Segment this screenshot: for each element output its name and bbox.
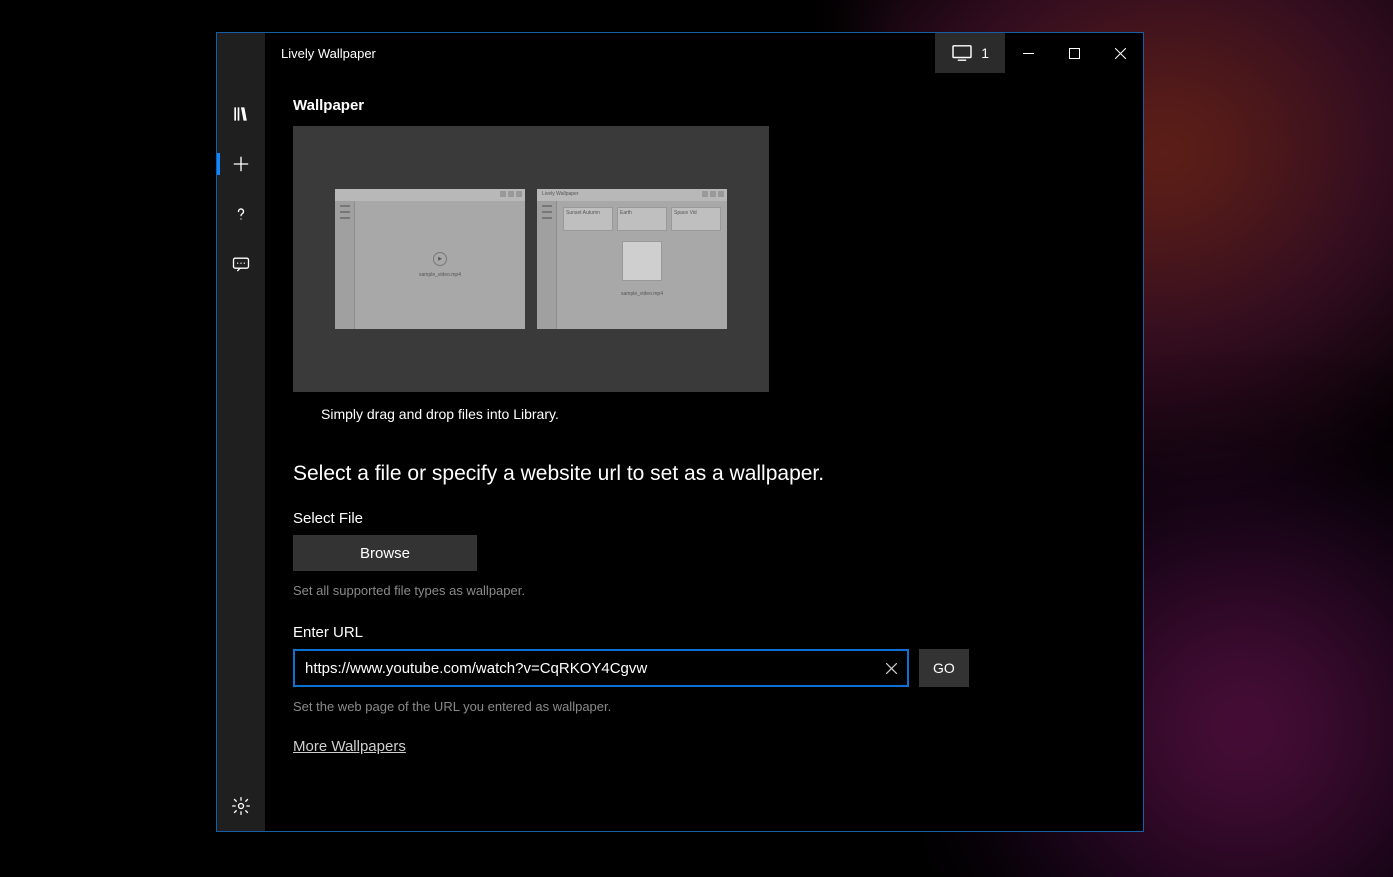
gear-icon bbox=[231, 796, 251, 816]
go-button[interactable]: GO bbox=[919, 649, 969, 687]
close-icon bbox=[1115, 48, 1126, 59]
url-hint: Set the web page of the URL you entered … bbox=[293, 699, 1115, 714]
url-input-wrap bbox=[293, 649, 909, 687]
close-button[interactable] bbox=[1097, 33, 1143, 73]
minimize-button[interactable] bbox=[1005, 33, 1051, 73]
preview-window-right: Lively Wallpaper Sunset Autumn Earth Spa… bbox=[537, 189, 727, 329]
browse-button[interactable]: Browse bbox=[293, 535, 477, 571]
preview-left-label: sample_video.mp4 bbox=[419, 272, 461, 278]
maximize-icon bbox=[1069, 48, 1080, 59]
enter-url-label: Enter URL bbox=[293, 624, 1115, 641]
nav-library[interactable] bbox=[217, 89, 265, 139]
content-column: Lively Wallpaper 1 Wallpaper bbox=[265, 33, 1143, 831]
maximize-button[interactable] bbox=[1051, 33, 1097, 73]
page-heading: Wallpaper bbox=[293, 97, 1115, 114]
nav-help[interactable] bbox=[217, 189, 265, 239]
preview-cell: Space Vid bbox=[671, 207, 721, 231]
select-file-label: Select File bbox=[293, 510, 1115, 527]
url-input[interactable] bbox=[293, 649, 909, 687]
preview-drag-label: sample_video.mp4 bbox=[563, 291, 721, 297]
clear-icon bbox=[886, 663, 897, 674]
monitor-count: 1 bbox=[981, 45, 989, 61]
preview-caption: Simply drag and drop files into Library. bbox=[321, 406, 1115, 422]
preview-illustration: ▶ sample_video.mp4 Lively Wallpaper bbox=[293, 126, 769, 392]
preview-cell: Sunset Autumn bbox=[563, 207, 613, 231]
help-icon bbox=[231, 204, 251, 224]
file-hint: Set all supported file types as wallpape… bbox=[293, 583, 1115, 598]
minimize-icon bbox=[1023, 48, 1034, 59]
preview-right-title: Lively Wallpaper bbox=[540, 191, 579, 199]
main-content: Wallpaper ▶ sample_video.mp4 Lively Wall… bbox=[265, 73, 1143, 831]
monitor-icon bbox=[951, 44, 973, 62]
monitor-select-button[interactable]: 1 bbox=[935, 33, 1005, 73]
preview-cell: Earth bbox=[617, 207, 667, 231]
app-title: Lively Wallpaper bbox=[281, 46, 376, 61]
nav-settings[interactable] bbox=[217, 781, 265, 831]
clear-url-button[interactable] bbox=[881, 658, 901, 678]
title-controls: 1 bbox=[935, 33, 1143, 73]
plus-icon bbox=[231, 154, 251, 174]
titlebar: Lively Wallpaper 1 bbox=[265, 33, 1143, 73]
nav-add[interactable] bbox=[217, 139, 265, 189]
instruction-text: Select a file or specify a website url t… bbox=[293, 462, 1115, 486]
url-row: GO bbox=[293, 649, 1115, 687]
feedback-icon bbox=[231, 254, 251, 274]
library-icon bbox=[231, 104, 251, 124]
nav-rail bbox=[217, 33, 265, 831]
preview-window-left: ▶ sample_video.mp4 bbox=[335, 189, 525, 329]
more-wallpapers-link[interactable]: More Wallpapers bbox=[293, 738, 406, 755]
preview-drag-thumb bbox=[622, 241, 662, 281]
nav-feedback[interactable] bbox=[217, 239, 265, 289]
app-window: Lively Wallpaper 1 Wallpaper bbox=[216, 32, 1144, 832]
